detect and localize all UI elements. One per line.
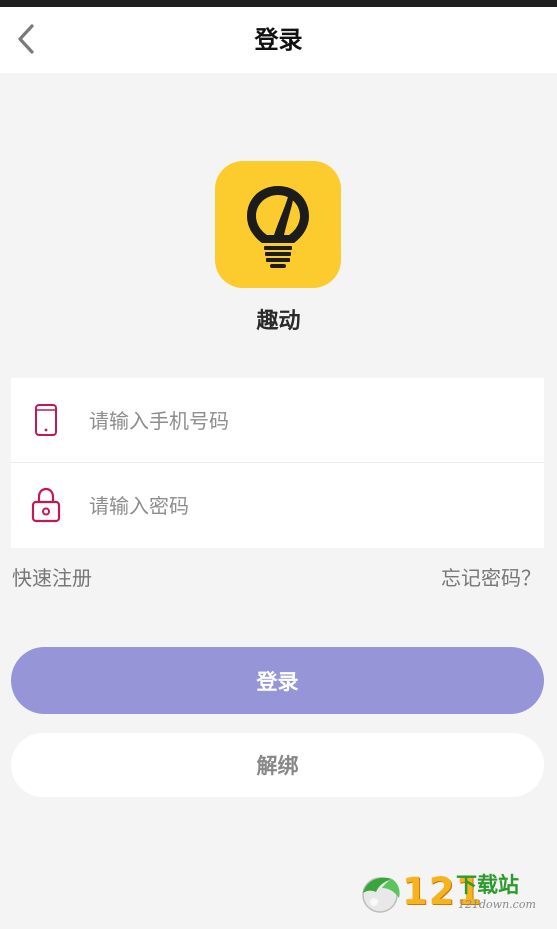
password-input[interactable] <box>87 483 511 529</box>
lightbulb-icon <box>247 185 309 268</box>
app-name: 趣动 <box>256 309 301 334</box>
login-form <box>11 378 544 548</box>
app-logo <box>215 161 341 288</box>
unbind-button[interactable]: 解绑 <box>11 733 544 797</box>
login-button[interactable]: 登录 <box>11 647 544 714</box>
register-link[interactable]: 快速注册 <box>12 562 92 591</box>
lock-icon <box>31 487 61 523</box>
watermark-domain: 121down.com <box>458 898 536 911</box>
password-row <box>11 463 544 547</box>
page-title: 登录 <box>254 26 303 54</box>
site-watermark: 121 下载站 121down.com <box>358 870 543 916</box>
phone-input[interactable] <box>87 398 511 444</box>
status-bar <box>0 0 557 7</box>
forgot-password-link[interactable]: 忘记密码？ <box>441 562 541 591</box>
globe-icon <box>362 877 400 913</box>
phone-row <box>11 378 544 463</box>
phone-icon <box>31 402 61 438</box>
navigation-bar: 登录 <box>0 7 557 73</box>
watermark-text: 下载站 <box>456 873 519 897</box>
